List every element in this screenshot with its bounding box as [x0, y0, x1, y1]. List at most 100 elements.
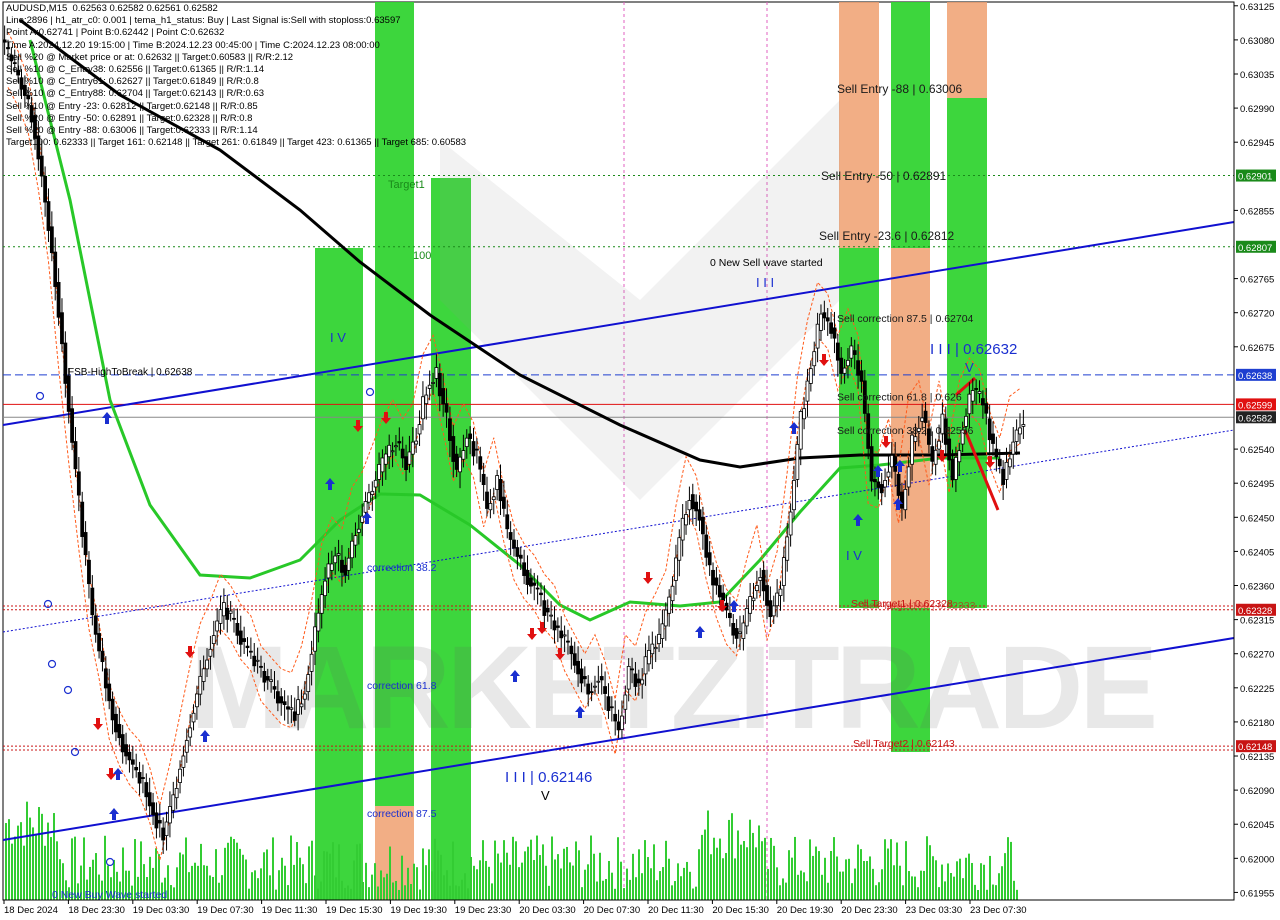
- candle-body: [373, 479, 378, 488]
- candle-body: [46, 201, 51, 231]
- candle-body: [694, 501, 699, 512]
- time-tick-label: 18 Dec 23:30: [68, 905, 125, 916]
- info-line: Sell %10 @ C_Entry88: 0.62704 || Target:…: [6, 88, 265, 100]
- candle-body: [201, 668, 206, 682]
- candle-body: [76, 471, 81, 496]
- candle-body: [660, 623, 665, 639]
- candle-body: [883, 480, 887, 488]
- price-tick-label: 0.62000: [1240, 854, 1274, 865]
- candle-body: [859, 370, 864, 382]
- time-tick-label: 18 Dec 2024: [4, 905, 58, 916]
- candle-body: [225, 607, 230, 620]
- candle-body: [286, 706, 290, 710]
- candle-body: [1018, 427, 1022, 435]
- candle-body: [407, 451, 412, 465]
- candle-body: [211, 635, 216, 645]
- candle-body: [937, 440, 941, 450]
- candle-body: [464, 437, 469, 447]
- candle-body: [441, 388, 446, 405]
- candle-body: [910, 434, 914, 465]
- candle-body: [302, 693, 307, 700]
- candle-body: [579, 668, 584, 684]
- candle-body: [451, 436, 456, 462]
- candle-body: [394, 445, 398, 448]
- candle-body: [562, 634, 567, 637]
- candle-body: [363, 501, 368, 513]
- candle-body: [505, 514, 510, 530]
- candle-body: [1007, 458, 1012, 468]
- info-line: Sell %20 @ Market price or at: 0.62632 |…: [6, 51, 294, 63]
- candle-body: [957, 450, 962, 463]
- candle-body: [947, 438, 952, 461]
- candle-body: [923, 410, 928, 423]
- orange-zone: [839, 2, 879, 248]
- candle-body: [488, 503, 493, 511]
- candle-body: [876, 481, 881, 488]
- candle-body: [350, 540, 354, 559]
- time-tick-label: 20 Dec 07:30: [584, 905, 641, 916]
- candle-body: [896, 473, 901, 496]
- info-line: Line:2896 | h1_atr_c0: 0.001 | tema_h1_s…: [6, 15, 401, 27]
- time-tick-label: 19 Dec 07:30: [197, 905, 254, 916]
- candle-body: [73, 441, 78, 470]
- price-tick-label: 0.62855: [1240, 206, 1274, 217]
- candle-body: [640, 679, 645, 685]
- candle-body: [259, 665, 263, 668]
- time-tick-label: 19 Dec 23:30: [455, 905, 512, 916]
- candle-body: [758, 577, 763, 581]
- candle-body: [549, 614, 554, 617]
- time-tick-label: 20 Dec 11:30: [648, 905, 704, 916]
- candle-body: [313, 626, 317, 652]
- candle-body: [410, 441, 415, 455]
- green-zone: [891, 2, 930, 248]
- fib-level-label: Sell Entry -50 | 0.62891: [821, 169, 947, 183]
- candle-body: [336, 553, 341, 556]
- price-tick-label: 0.62180: [1240, 718, 1274, 729]
- candle-body: [778, 588, 783, 597]
- candle-body: [90, 587, 95, 616]
- candle-body: [849, 345, 854, 359]
- candle-body: [127, 751, 132, 761]
- candle-body: [552, 620, 557, 631]
- candle-body: [647, 650, 651, 665]
- candle-body: [879, 484, 884, 494]
- candle-body: [390, 450, 395, 453]
- candle-body: [701, 516, 705, 535]
- candle-body: [835, 342, 840, 361]
- candle-body: [977, 391, 982, 394]
- candle-body: [1001, 468, 1006, 485]
- candle-body: [141, 777, 145, 780]
- wave-label: I I I | 0.62146: [505, 769, 592, 786]
- candle-body: [188, 727, 193, 738]
- candle-body: [161, 827, 166, 841]
- time-tick-label: 20 Dec 19:30: [777, 905, 834, 916]
- zone-label: correction 61.8: [367, 680, 437, 692]
- candle-body: [478, 456, 483, 470]
- candle-body: [424, 394, 429, 405]
- candle-body: [265, 676, 270, 681]
- candle-body: [690, 494, 695, 510]
- candle-body: [754, 585, 759, 591]
- price-tick-label: 0.62315: [1240, 616, 1274, 627]
- candle-body: [299, 703, 304, 708]
- zone-label: Target1: [388, 179, 425, 191]
- candle-body: [582, 676, 587, 680]
- candle-body: [306, 674, 311, 693]
- candle-body: [805, 380, 810, 402]
- price-tick-label: 0.62495: [1240, 479, 1274, 490]
- fib-level-label: Sell Target2 | 0.62143: [853, 738, 955, 750]
- candle-body: [620, 715, 624, 730]
- candle-body: [333, 555, 338, 564]
- candle-body: [205, 659, 209, 670]
- candle-body: [829, 322, 833, 334]
- candle-body: [103, 668, 108, 689]
- candle-body: [785, 536, 790, 561]
- candle-body: [130, 759, 135, 765]
- candle-body: [930, 446, 935, 462]
- candle-body: [195, 693, 199, 708]
- info-line: Sell %10 @ C_Entry38: 0.62556 || Target:…: [6, 63, 265, 75]
- candle-body: [603, 686, 607, 694]
- time-tick-label: 20 Dec 03:30: [519, 905, 576, 916]
- candle-body: [798, 411, 803, 450]
- candle-body: [525, 569, 530, 585]
